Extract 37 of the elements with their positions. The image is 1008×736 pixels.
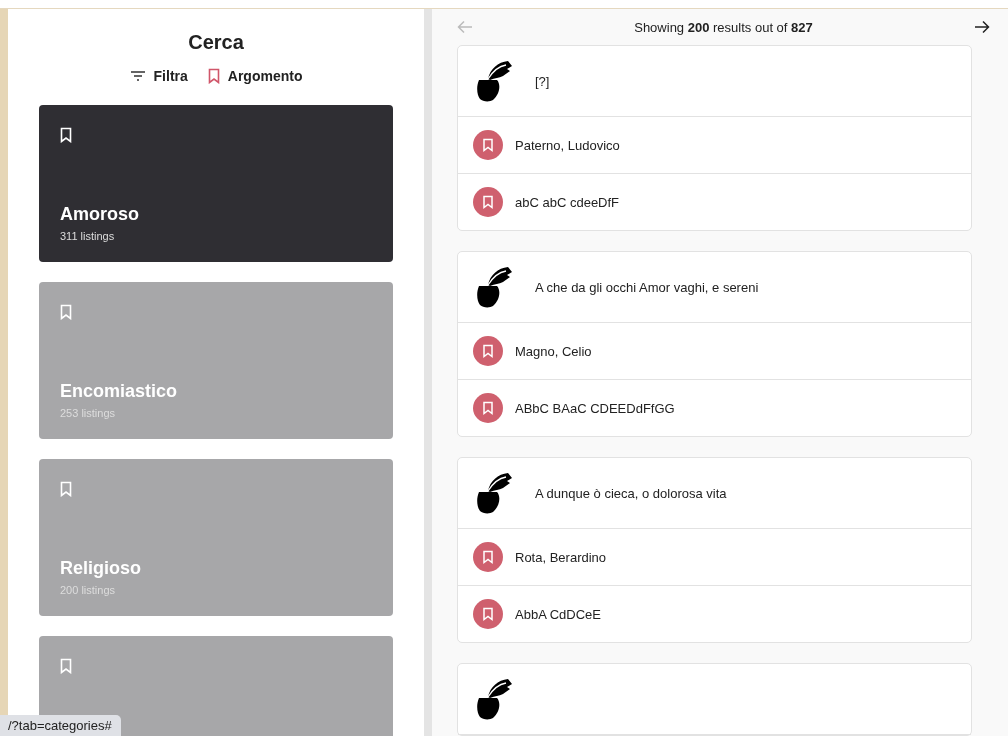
filter-icon <box>129 70 146 82</box>
bookmark-badge-icon <box>473 542 503 572</box>
bookmark-icon <box>60 481 72 497</box>
poem-title: [?] <box>535 73 550 89</box>
poem-title: A che da gli occhi Amor vaghi, e sereni <box>535 279 759 295</box>
category-title: Encomiastico <box>60 381 178 402</box>
result-card[interactable]: [?] Paterno, Ludovico abC abC cdeeDfF <box>457 45 972 231</box>
bookmark-badge-icon <box>473 599 503 629</box>
category-count: 311 listings <box>60 230 115 242</box>
bookmark-badge-icon <box>473 336 503 366</box>
results-summary: Showing 200 results out of 827 <box>634 19 813 35</box>
forward-arrow-icon[interactable] <box>974 20 990 34</box>
author-name: Paterno, Ludovico <box>515 137 620 153</box>
bookmark-badge-icon <box>473 187 503 217</box>
result-card[interactable]: A dunque ò cieca, o dolorosa vita Rota, Berardino AbbA CdDCeE <box>457 457 972 643</box>
bookmark-icon <box>60 304 72 320</box>
bookmark-icon <box>60 127 72 143</box>
poem-title: A dunque ò cieca, o dolorosa vita <box>535 485 727 501</box>
rhyme-scheme: abC abC cdeeDfF <box>515 194 620 210</box>
bookmark-badge-icon <box>473 130 503 160</box>
toolbar-button[interactable]: Argomento <box>207 68 303 84</box>
author-name: Magno, Celio <box>515 343 592 359</box>
bookmark-badge-icon <box>473 393 503 423</box>
category-title: Amoroso <box>60 204 139 225</box>
toolbar-button[interactable]: Filtra <box>129 68 188 84</box>
scrollbar[interactable] <box>424 9 432 736</box>
author-name: Rota, Berardino <box>515 549 607 565</box>
rhyme-scheme: ABbC BAaC CDEEDdFfGG <box>515 400 675 416</box>
category-card[interactable]: Amoroso 311 listings <box>39 105 393 262</box>
result-card[interactable]: A che da gli occhi Amor vaghi, e sereni Magno, Celio ABbC BAaC CDEEDdFfGG <box>457 251 972 437</box>
category-title: Religioso <box>60 558 141 579</box>
page-title: Cerca <box>188 31 244 54</box>
result-card[interactable] <box>457 663 972 736</box>
bookmark-icon <box>207 68 220 84</box>
bookmark-icon <box>60 658 72 674</box>
rhyme-scheme: AbbA CdDCeE <box>515 606 601 622</box>
status-url: /?tab=categories# <box>0 715 121 736</box>
